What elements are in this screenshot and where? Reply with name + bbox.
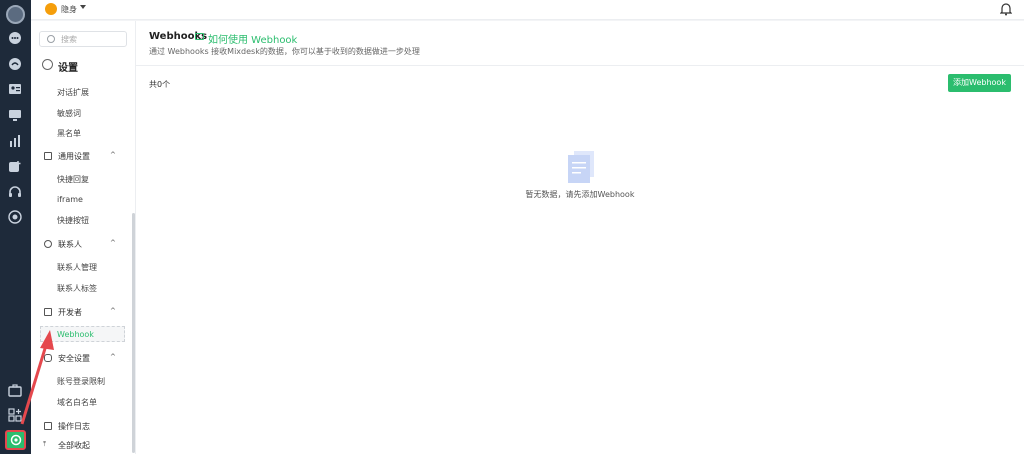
search-placeholder: 搜索 [61,35,77,44]
sidebar-item-quick-reply[interactable]: 快捷回复 [57,174,89,185]
collapse-all-label: 全部收起 [58,441,90,450]
settings-gear-icon[interactable] [5,430,26,450]
monitor-icon[interactable] [8,108,22,122]
sidebar-group-general[interactable]: 通用设置 ^ [31,149,136,163]
sidebar-item-webhook[interactable]: Webhook [40,326,125,342]
chevron-up-icon: ^ [110,151,116,159]
sidebar-item-operation-log[interactable]: 操作日志 [31,419,136,433]
sidebar-item-login-restriction[interactable]: 账号登录限制 [57,376,105,387]
document-icon [44,422,52,430]
group-label: 通用设置 [58,152,90,161]
sidebar-item-contact-management[interactable]: 联系人管理 [57,262,97,273]
agent-avatar[interactable] [45,3,57,15]
sidebar-group-developer[interactable]: 开发者 ^ [31,305,136,319]
group-label: 联系人 [58,240,82,249]
sidebar-item-sensitive-words[interactable]: 敏感词 [57,108,81,119]
sidebar-item-contact-tags[interactable]: 联系人标签 [57,283,97,294]
settings-sidebar: 搜索 设置 对话扩展 敏感词 黑名单 通用设置 ^ 快捷回复 iframe 快捷… [31,21,136,454]
chat-icon[interactable] [8,31,22,45]
bell-icon[interactable] [1000,2,1012,16]
sidebar-search-input[interactable]: 搜索 [39,31,127,47]
apps-grid-icon[interactable] [8,408,22,422]
chevron-up-icon: ^ [110,239,116,247]
sidebar-item-chat-extension[interactable]: 对话扩展 [57,87,89,98]
shield-icon [44,354,52,362]
code-window-icon [44,308,52,316]
page-description: 通过 Webhooks 接收Mixdesk的数据，你可以基于收到的数据做进一步处… [149,47,420,56]
contacts-card-icon[interactable] [8,82,22,96]
messages-icon[interactable] [8,57,22,71]
help-link[interactable]: 如何使用 Webhook [208,31,297,46]
briefcase-icon[interactable] [8,383,22,397]
sidebar-item-blacklist[interactable]: 黑名单 [57,128,81,139]
collapse-icon: ⤒ [43,440,47,448]
main-panel: Webhooks 如何使用 Webhook 通过 Webhooks 接收Mixd… [136,21,1024,454]
app-window: 隐身 搜索 设置 对话扩展 敏感词 黑名单 通用设置 ^ 快捷回复 iframe… [0,0,1024,454]
empty-state-text: 暂无数据，请先添加Webhook [525,190,635,199]
group-label: 安全设置 [58,354,90,363]
target-icon[interactable] [8,210,22,224]
person-icon [44,240,52,248]
search-icon [47,35,55,43]
sidebar-item-label: Webhook [57,330,94,339]
grid-icon [44,152,52,160]
status-dropdown-icon[interactable] [80,5,86,9]
sidebar-title: 设置 [58,63,78,74]
add-channel-icon[interactable] [8,160,22,174]
nav-rail [0,0,31,454]
sidebar-scrollbar[interactable] [132,213,135,453]
group-label: 开发者 [58,308,82,317]
add-webhook-button[interactable]: 添加Webhook [948,74,1011,92]
agent-status[interactable]: 隐身 [61,4,77,15]
stats-icon[interactable] [8,134,22,148]
settings-icon [42,59,53,70]
collapse-all-button[interactable]: ⤒ 全部收起 [31,438,136,452]
page-header: Webhooks 如何使用 Webhook 通过 Webhooks 接收Mixd… [136,21,1024,66]
chevron-up-icon: ^ [110,353,116,361]
book-icon [195,33,204,40]
chevron-up-icon: ^ [110,307,116,315]
top-bar: 隐身 [31,0,1024,20]
sidebar-group-security[interactable]: 安全设置 ^ [31,351,136,365]
group-label: 操作日志 [58,422,90,431]
headset-icon[interactable] [8,185,22,199]
item-count: 共0个 [149,80,171,89]
sidebar-item-iframe[interactable]: iframe [57,195,83,204]
workspace-avatar[interactable] [6,5,25,24]
sidebar-group-contacts[interactable]: 联系人 ^ [31,237,136,251]
empty-document-icon [568,151,594,183]
sidebar-item-quick-buttons[interactable]: 快捷按钮 [57,215,89,226]
sidebar-item-domain-whitelist[interactable]: 域名白名单 [57,397,97,408]
